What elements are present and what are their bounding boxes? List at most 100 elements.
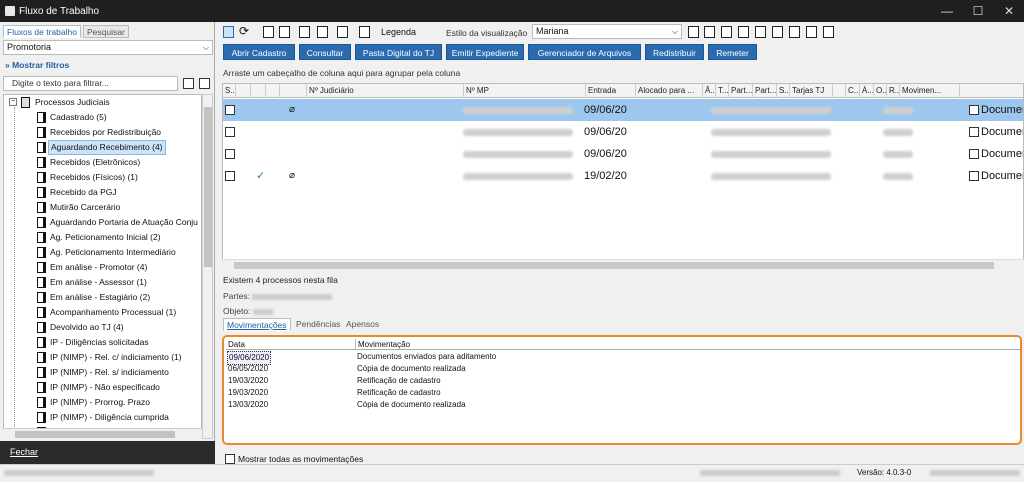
- table-row[interactable]: 09/06/20 Documentos: [223, 143, 1023, 165]
- show-filters-link[interactable]: » Mostrar filtros: [5, 60, 69, 70]
- grid-column-header[interactable]: Entrada: [586, 84, 636, 98]
- redacted-parties: [711, 129, 831, 136]
- send-button[interactable]: Remeter: [708, 44, 757, 60]
- expand-tree-icon[interactable]: [183, 78, 194, 89]
- grid-column-header[interactable]: R...: [887, 84, 900, 98]
- status-redacted: [4, 470, 154, 476]
- grid-column-header[interactable]: Alocado para ...: [636, 84, 703, 98]
- show-all-checkbox[interactable]: [225, 454, 235, 464]
- legend-icon[interactable]: [359, 26, 370, 38]
- grid-column-header[interactable]: Movimen...: [900, 84, 960, 98]
- print-preview-icon[interactable]: [806, 26, 817, 38]
- table-row[interactable]: ✓ ⌀ 19/02/20 Documentos: [223, 165, 1023, 187]
- save-icon[interactable]: [688, 26, 699, 38]
- book-icon[interactable]: [738, 26, 749, 38]
- movement-checkbox[interactable]: [969, 171, 979, 181]
- grid-column-header[interactable]: [251, 84, 266, 98]
- grid-column-header[interactable]: Part...: [729, 84, 753, 98]
- tree-horizontal-scrollbar[interactable]: [3, 428, 202, 439]
- filter-input[interactable]: Digite o texto para filtrar...: [3, 76, 178, 91]
- col-movimentacao[interactable]: Movimentação: [355, 339, 410, 350]
- open-register-button[interactable]: Abrir Cadastro: [223, 44, 295, 60]
- user-redacted: [930, 470, 1020, 476]
- movement-row[interactable]: 06/05/2020 Cópia de documento realizada: [226, 363, 1020, 375]
- movement-row[interactable]: 19/03/2020 Retificação de cadastro: [226, 375, 1020, 387]
- document-icon: [37, 127, 46, 138]
- movement-row[interactable]: 13/03/2020 Cópia de documento realizada: [226, 399, 1020, 411]
- refresh-icon[interactable]: ⟳: [239, 24, 249, 38]
- style-select[interactable]: Mariana ⌵: [532, 24, 682, 39]
- tj-folder-button[interactable]: Pasta Digital do TJ: [355, 44, 442, 60]
- tree-item-label: Ag. Peticionamento Inicial (2): [50, 232, 161, 242]
- grid-horizontal-scrollbar[interactable]: [222, 259, 1024, 270]
- table-row[interactable]: 09/06/20 Documentos: [223, 121, 1023, 143]
- col-data[interactable]: Data: [228, 339, 245, 350]
- grid-column-header[interactable]: Part...: [753, 84, 777, 98]
- close-panel-button[interactable]: Fechar: [0, 441, 215, 464]
- maximize-button[interactable]: ☐: [963, 0, 993, 22]
- filter-placeholder: Digite o texto para filtrar...: [12, 78, 109, 88]
- movement-checkbox[interactable]: [969, 105, 979, 115]
- group-combo[interactable]: Promotoria ⌵: [3, 40, 213, 55]
- tree-item-label: IP - Diligências solicitadas: [50, 337, 149, 347]
- collapse-tree-icon[interactable]: [199, 78, 210, 89]
- table-row[interactable]: ⌀ 09/06/20 Documentos: [223, 99, 1023, 121]
- file-manager-button[interactable]: Gerenciador de Arquivos: [528, 44, 641, 60]
- grid-column-header[interactable]: Â...: [703, 84, 716, 98]
- grid-column-header[interactable]: [833, 84, 846, 98]
- document-icon: [37, 172, 46, 183]
- grid-settings-icon[interactable]: [755, 26, 766, 38]
- list-icon[interactable]: [789, 26, 800, 38]
- check-icon: ✓: [256, 170, 266, 182]
- show-all-movements[interactable]: Mostrar todas as movimentações: [225, 452, 363, 464]
- movement-row[interactable]: 19/03/2020 Retificação de cadastro: [226, 387, 1020, 399]
- grid-column-header[interactable]: T...: [716, 84, 729, 98]
- issue-dispatch-button[interactable]: Emitir Expediente: [446, 44, 524, 60]
- redacted-tags: [883, 151, 913, 158]
- windows-icon[interactable]: [317, 26, 328, 38]
- collapse-node-icon[interactable]: −: [9, 98, 17, 106]
- consult-button[interactable]: Consultar: [299, 44, 351, 60]
- duplicate-icon[interactable]: [299, 26, 310, 38]
- grid-column-header[interactable]: Nº Judiciário: [307, 84, 464, 98]
- redistribute-button[interactable]: Redistribuir: [645, 44, 704, 60]
- grid-column-header[interactable]: [266, 84, 280, 98]
- tab-fluxos[interactable]: Fluxos de trabalho: [3, 25, 81, 38]
- tab-movimentacoes[interactable]: Movimentações: [223, 318, 291, 331]
- grid-column-header[interactable]: Nº MP: [464, 84, 586, 98]
- print-icon[interactable]: [823, 26, 834, 38]
- redacted-tags: [883, 107, 913, 114]
- select-mode-icon[interactable]: [223, 26, 234, 38]
- row-checkbox[interactable]: [225, 149, 235, 159]
- movement-text: Documentos: [981, 170, 1023, 182]
- tab-pesquisar[interactable]: Pesquisar: [83, 25, 129, 38]
- grid-column-header[interactable]: S...: [777, 84, 790, 98]
- grid-column-header[interactable]: S...: [223, 84, 236, 98]
- row-checkbox[interactable]: [225, 105, 235, 115]
- tab-pendencias[interactable]: Pendências: [293, 318, 343, 331]
- copy-icon[interactable]: [263, 26, 274, 38]
- grid-column-header[interactable]: [236, 84, 251, 98]
- row-checkbox[interactable]: [225, 127, 235, 137]
- paste-icon[interactable]: [279, 26, 290, 38]
- layout-icon[interactable]: [772, 26, 783, 38]
- grid-column-header[interactable]: Tarjas TJ: [790, 84, 833, 98]
- movement-checkbox[interactable]: [969, 127, 979, 137]
- movement-row[interactable]: 09/06/2020 Documentos enviados para adita…: [226, 351, 1020, 365]
- grid-column-header[interactable]: Á...: [860, 84, 874, 98]
- delete-view-icon[interactable]: [704, 26, 715, 38]
- export-icon[interactable]: [337, 26, 348, 38]
- legend-label[interactable]: Legenda: [381, 27, 416, 37]
- minimize-button[interactable]: —: [932, 0, 962, 22]
- tab-apensos[interactable]: Apensos: [343, 318, 382, 331]
- close-button[interactable]: ✕: [994, 0, 1024, 22]
- tree-vertical-scrollbar[interactable]: [202, 94, 213, 439]
- grid-column-header[interactable]: [280, 84, 307, 98]
- columns-icon[interactable]: [721, 26, 732, 38]
- tree-item-label: Aguardando Portaria de Atuação Conju: [50, 217, 198, 227]
- movement-checkbox[interactable]: [969, 149, 979, 159]
- grid-column-header[interactable]: O...: [874, 84, 887, 98]
- row-checkbox[interactable]: [225, 171, 235, 181]
- tree-item-label: Recebidos (Físicos) (1): [50, 172, 138, 182]
- grid-column-header[interactable]: C...: [846, 84, 860, 98]
